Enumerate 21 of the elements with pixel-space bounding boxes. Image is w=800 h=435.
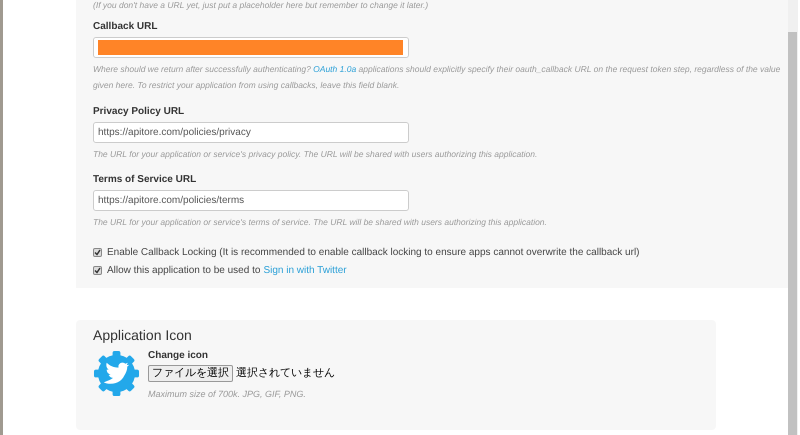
help-text: The URL for your application or service's privacy policy. The URL will be shared with users authorizing this application. xyxy=(93,148,538,161)
checkbox-label: Enable Callback Locking (It is recommended to enable callback locking to ensure apps cannot overwrite the callback url) xyxy=(107,246,640,260)
field-label: Privacy Policy URL xyxy=(93,105,186,119)
field-label: Callback URL xyxy=(93,20,158,34)
help-text: The URL for your application or service's terms of service. The URL will be shared with users authorizing this application. xyxy=(93,216,548,229)
bird-gear-icon xyxy=(93,350,140,397)
field-label: Terms of Service URL xyxy=(93,173,198,187)
help-text: (If you don't have a URL yet, just put a placeholder here but remember to change it later.) xyxy=(93,0,430,10)
checkbox[interactable] xyxy=(93,248,102,256)
scrollbar[interactable] xyxy=(788,0,798,435)
file-status: 選択されていません xyxy=(236,366,335,382)
field-label: Change icon xyxy=(148,350,210,362)
file-choose-button[interactable]: ファイルを選択 xyxy=(148,365,233,382)
input-field[interactable]: https://apitore.com/policies/privacy xyxy=(93,122,409,143)
help-text: Maximum size of 700k. JPG, GIF, PNG. xyxy=(148,388,307,401)
section-title: Application Icon xyxy=(93,326,193,344)
input-field[interactable]: https://apitore.com/policies/terms xyxy=(93,190,409,211)
checkbox-label: Allow this application to be used to xyxy=(107,264,260,278)
checkbox[interactable] xyxy=(93,266,102,274)
help-text: Where should we return after successfully authenticating? OAuth 1.0a applications should explicitly specify their oauth_callback URL on the request token step, regardless of the value given here. To restrict your application from using callbacks, leave this field blank. xyxy=(93,63,782,92)
input-field[interactable] xyxy=(93,37,409,58)
